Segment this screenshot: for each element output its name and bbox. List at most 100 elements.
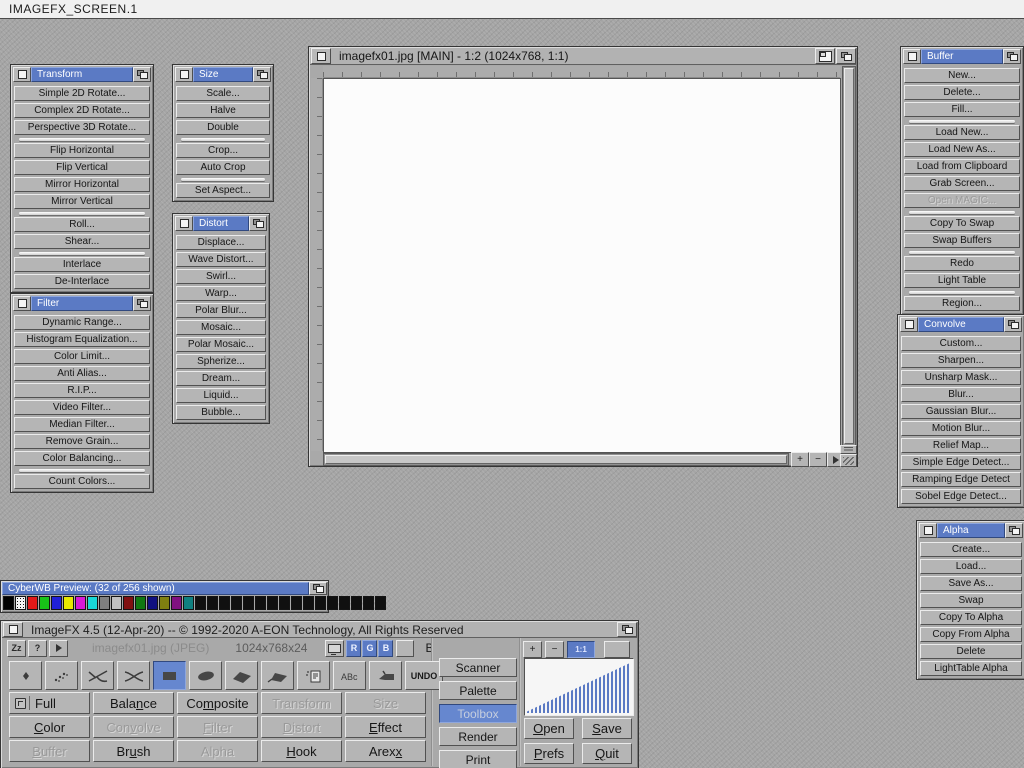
grab-screen-button[interactable]: Grab Screen... xyxy=(904,176,1020,191)
color-swatch-101010[interactable] xyxy=(327,596,338,610)
depth-gadget[interactable] xyxy=(309,582,327,595)
filter-panel-titlebar[interactable]: Filter xyxy=(13,296,151,311)
complex-2d-rotate-button[interactable]: Complex 2D Rotate... xyxy=(14,103,150,118)
warp-button[interactable]: Warp... xyxy=(176,286,266,301)
r-i-p-button[interactable]: R.I.P... xyxy=(14,383,150,398)
color-swatch-2020d8[interactable] xyxy=(51,596,62,610)
vertical-scrollbar-knob[interactable] xyxy=(844,68,854,444)
color-swatch-101010[interactable] xyxy=(303,596,314,610)
close-gadget[interactable] xyxy=(919,523,937,538)
image-window-titlebar[interactable]: imagefx01.jpg [MAIN] - 1:2 (1024x768, 1:… xyxy=(310,48,856,65)
median-filter-button[interactable]: Median Filter... xyxy=(14,417,150,432)
alpha-panel-titlebar[interactable]: Alpha xyxy=(919,523,1023,538)
new-button[interactable]: New... xyxy=(904,68,1020,83)
depth-gadget[interactable] xyxy=(836,48,856,64)
custom-button[interactable]: Custom... xyxy=(901,336,1021,351)
buffer-button[interactable]: Buffer xyxy=(9,740,90,762)
close-gadget[interactable] xyxy=(175,216,193,231)
fill-button[interactable]: Fill... xyxy=(904,102,1020,117)
load-new-button[interactable]: Load New... xyxy=(904,125,1020,140)
depth-gadget[interactable] xyxy=(249,216,267,231)
color-swatch-108080[interactable] xyxy=(183,596,194,610)
balance-button[interactable]: Balance xyxy=(93,692,174,714)
color-swatch-d818d8[interactable] xyxy=(75,596,86,610)
distort-panel-titlebar[interactable]: Distort xyxy=(175,216,267,231)
blue-channel-toggle[interactable]: B xyxy=(378,640,393,657)
flip-horizontal-button[interactable]: Flip Horizontal xyxy=(14,143,150,158)
convolve-button[interactable]: Convolve xyxy=(93,716,174,738)
color-swatch-101010[interactable] xyxy=(231,596,242,610)
simple-2d-rotate-button[interactable]: Simple 2D Rotate... xyxy=(14,86,150,101)
color-swatch-101010[interactable] xyxy=(351,596,362,610)
preview-zoom-out-button[interactable]: − xyxy=(545,641,564,658)
depth-gadget[interactable] xyxy=(133,296,151,311)
scale-button[interactable]: Scale... xyxy=(176,86,270,101)
help-button[interactable]: ? xyxy=(28,640,47,657)
close-gadget[interactable] xyxy=(900,317,918,332)
open-button[interactable]: Open xyxy=(524,718,574,739)
preview-titlebar[interactable]: CyberWB Preview: (32 of 256 shown) xyxy=(2,582,327,595)
color-swatch-101010[interactable] xyxy=(255,596,266,610)
rectangle-tool-button[interactable] xyxy=(153,661,186,690)
delete-button[interactable]: Delete... xyxy=(904,85,1020,100)
buffer-panel-titlebar[interactable]: Buffer xyxy=(903,49,1021,64)
display-button[interactable] xyxy=(325,640,344,657)
green-channel-toggle[interactable]: G xyxy=(362,640,377,657)
resize-gadget[interactable] xyxy=(840,454,857,467)
redo-button[interactable]: Redo xyxy=(904,256,1020,271)
spray-gun-tool-button[interactable] xyxy=(369,661,402,690)
auto-crop-button[interactable]: Auto Crop xyxy=(176,160,270,175)
color-swatch-101080[interactable] xyxy=(147,596,158,610)
view-options-button[interactable] xyxy=(840,445,857,454)
size-button[interactable]: Size xyxy=(345,692,426,714)
light-table-button[interactable]: Light Table xyxy=(904,273,1020,288)
create-button[interactable]: Create... xyxy=(920,542,1022,557)
color-button[interactable]: Color xyxy=(9,716,90,738)
transform-button[interactable]: Transform xyxy=(261,692,342,714)
delete-button[interactable]: Delete xyxy=(920,644,1022,659)
region-button[interactable]: Region... xyxy=(904,296,1020,311)
color-limit-button[interactable]: Color Limit... xyxy=(14,349,150,364)
shear-button[interactable]: Shear... xyxy=(14,234,150,249)
count-colors-button[interactable]: Count Colors... xyxy=(14,474,150,489)
sobel-edge-detect-button[interactable]: Sobel Edge Detect... xyxy=(901,489,1021,504)
depth-gadget[interactable] xyxy=(253,67,271,82)
remove-grain-button[interactable]: Remove Grain... xyxy=(14,434,150,449)
page-palette[interactable]: Palette xyxy=(439,681,517,700)
depth-gadget[interactable] xyxy=(617,622,637,637)
save-button[interactable]: Save xyxy=(582,718,632,739)
size-panel-titlebar[interactable]: Size xyxy=(175,67,271,82)
crop-button[interactable]: Crop... xyxy=(176,143,270,158)
color-swatch-101010[interactable] xyxy=(315,596,326,610)
run-button[interactable] xyxy=(49,640,68,657)
mirror-horizontal-button[interactable]: Mirror Horizontal xyxy=(14,177,150,192)
lighttable-alpha-button[interactable]: LightTable Alpha xyxy=(920,661,1022,676)
open-magic-button[interactable]: Open MAGIC... xyxy=(904,193,1020,208)
dynamic-range-button[interactable]: Dynamic Range... xyxy=(14,315,150,330)
gaussian-blur-button[interactable]: Gaussian Blur... xyxy=(901,404,1021,419)
zoom-gadget[interactable] xyxy=(815,48,835,64)
convolve-panel-titlebar[interactable]: Convolve xyxy=(900,317,1022,332)
horizontal-scrollbar[interactable] xyxy=(323,453,789,466)
unsharp-mask-button[interactable]: Unsharp Mask... xyxy=(901,370,1021,385)
zoom-out-button[interactable]: − xyxy=(809,452,827,467)
polygon-tool-button[interactable] xyxy=(225,661,258,690)
histogram-equalization-button[interactable]: Histogram Equalization... xyxy=(14,332,150,347)
color-swatch-101010[interactable] xyxy=(267,596,278,610)
color-swatch-c0c0c0[interactable] xyxy=(111,596,122,610)
curve-tool-button[interactable] xyxy=(117,661,150,690)
load-new-as-button[interactable]: Load New As... xyxy=(904,142,1020,157)
displace-button[interactable]: Displace... xyxy=(176,235,266,250)
color-balancing-button[interactable]: Color Balancing... xyxy=(14,451,150,466)
double-button[interactable]: Double xyxy=(176,120,270,135)
depth-gadget[interactable] xyxy=(1005,523,1023,538)
interlace-button[interactable]: Interlace xyxy=(14,257,150,272)
depth-gadget[interactable] xyxy=(1003,49,1021,64)
page-render[interactable]: Render xyxy=(439,727,517,746)
close-gadget[interactable] xyxy=(175,67,193,82)
undo-button[interactable]: UNDO xyxy=(405,661,443,690)
color-swatch-18d8d8[interactable] xyxy=(87,596,98,610)
depth-gadget[interactable] xyxy=(1004,317,1022,332)
close-gadget[interactable] xyxy=(311,48,331,64)
load-button[interactable]: Load... xyxy=(920,559,1022,574)
